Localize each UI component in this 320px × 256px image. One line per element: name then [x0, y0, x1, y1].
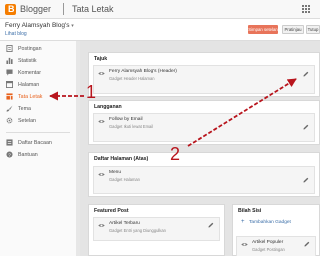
sidebar-item-label: Halaman [18, 82, 40, 88]
eye-icon[interactable] [241, 241, 248, 248]
section-title: Daftar Halaman (Atas) [94, 156, 149, 162]
sidebar-item-postingan[interactable]: Postingan [0, 43, 76, 55]
section-title: Bilah Sisi [238, 208, 262, 214]
postingan-icon [6, 45, 13, 52]
gadget-type: Gadget Ikuti lewat Email [109, 124, 154, 129]
sidebar-item-tata-letak[interactable]: Tata Letak [0, 91, 76, 103]
blog-header-bar: Ferry Alamsyah Blog's ▾ Lihat blog Simpa… [0, 19, 320, 41]
title-divider [63, 3, 64, 15]
eye-icon[interactable] [98, 222, 105, 229]
plus-icon: + [241, 219, 245, 225]
gadget-artikel-populer[interactable]: Artikel Populer Gadget Postingan [236, 236, 316, 256]
page-title: Tata Letak [72, 4, 114, 14]
gear-icon [6, 117, 13, 124]
svg-text:?: ? [8, 152, 11, 158]
eye-icon[interactable] [98, 70, 105, 77]
gadget-name: Artikel Populer [252, 240, 284, 245]
sidebar-item-label: Bantuan [18, 152, 38, 158]
app-name[interactable]: Blogger [20, 4, 51, 15]
blogger-logo-icon[interactable]: B [5, 4, 16, 15]
close-button[interactable]: Tutup [306, 25, 320, 34]
brush-icon [6, 105, 13, 112]
section-tajuk: Tajuk Ferry Alamsyah Blog's (Header) Gad… [88, 52, 320, 97]
pencil-icon[interactable] [208, 222, 214, 228]
sidebar-item-setelan[interactable]: Setelan [0, 115, 76, 127]
gadget-header[interactable]: Ferry Alamsyah Blog's (Header) Gadget He… [93, 65, 315, 94]
save-button[interactable]: Simpan setelan [248, 25, 278, 34]
pencil-icon[interactable] [303, 124, 309, 130]
section-title: Tajuk [94, 56, 108, 62]
sidebar: Postingan Statistik Komentar Halaman Tat… [0, 41, 76, 256]
sidebar-item-tema[interactable]: Tema [0, 103, 76, 115]
apps-grid-icon[interactable] [302, 5, 310, 13]
section-langganan: Langganan Follow by Email Gadget Ikuti l… [88, 100, 320, 145]
comment-icon [6, 69, 13, 76]
preview-button[interactable]: Pratinjau [282, 25, 304, 34]
sidebar-item-label: Statistik [18, 58, 37, 64]
gadget-menu[interactable]: Menu Gadget Halaman [93, 166, 315, 194]
pencil-icon[interactable] [303, 71, 309, 77]
sidebar-item-label: Komentar [18, 70, 41, 76]
page-icon [6, 81, 13, 88]
section-title: Featured Post [94, 208, 129, 214]
gadget-type: Gadget Halaman [109, 177, 140, 182]
add-gadget-label: Tambahkan Gadget [249, 220, 291, 225]
sidebar-item-label: Tata Letak [18, 94, 43, 100]
blog-selector[interactable]: Ferry Alamsyah Blog's ▾ [5, 22, 74, 29]
sidebar-item-label: Setelan [18, 118, 36, 124]
annotation-number-2: 2 [170, 144, 181, 164]
gadget-artikel-terbaru[interactable]: Artikel Terbaru Gadget Entri yang Diungg… [93, 217, 220, 241]
eye-icon[interactable] [98, 171, 105, 178]
gadget-type: Gadget Header Halaman [109, 76, 155, 81]
sidebar-item-halaman[interactable]: Halaman [0, 79, 76, 91]
add-gadget-link[interactable]: + Tambahkan Gadget [241, 219, 291, 225]
sidebar-item-komentar[interactable]: Komentar [0, 67, 76, 79]
gadget-name: Artikel Terbaru [109, 221, 140, 226]
layout-icon [6, 93, 13, 100]
bar-chart-icon [6, 57, 13, 64]
gadget-name: Menu [109, 170, 121, 175]
sidebar-item-daftar-bacaan[interactable]: Daftar Bacaan [0, 137, 76, 149]
section-featured-post: Featured Post Artikel Terbaru Gadget Ent… [88, 204, 225, 256]
annotation-number-1: 1 [86, 82, 97, 102]
sidebar-item-statistik[interactable]: Statistik [0, 55, 76, 67]
help-icon: ? [6, 151, 13, 158]
blog-name: Ferry Alamsyah Blog's [5, 22, 70, 29]
gadget-name: Follow by Email [109, 117, 143, 122]
section-daftar-halaman: Daftar Halaman (Atas) Menu Gadget Halama… [88, 152, 320, 197]
pencil-icon[interactable] [304, 241, 310, 247]
sidebar-item-bantuan[interactable]: ? Bantuan [0, 149, 76, 161]
view-blog-link[interactable]: Lihat blog [5, 31, 27, 37]
section-title: Langganan [94, 104, 122, 110]
top-bar: B Blogger Tata Letak [0, 0, 320, 19]
gadget-type: Gadget Postingan [252, 247, 285, 252]
sidebar-item-label: Tema [18, 106, 31, 112]
list-icon [6, 139, 13, 146]
pencil-icon[interactable] [303, 177, 309, 183]
gadget-type: Gadget Entri yang Diunggulkan [109, 228, 166, 233]
section-bilah-sisi: Bilah Sisi + Tambahkan Gadget Artikel Po… [232, 204, 320, 256]
gadget-follow-by-email[interactable]: Follow by Email Gadget Ikuti lewat Email [93, 113, 315, 142]
gadget-name: Ferry Alamsyah Blog's (Header) [109, 69, 177, 74]
sidebar-divider [6, 132, 70, 133]
chevron-down-icon: ▾ [71, 23, 74, 29]
sidebar-item-label: Daftar Bacaan [18, 140, 52, 146]
eye-icon[interactable] [98, 118, 105, 125]
sidebar-item-label: Postingan [18, 46, 42, 52]
